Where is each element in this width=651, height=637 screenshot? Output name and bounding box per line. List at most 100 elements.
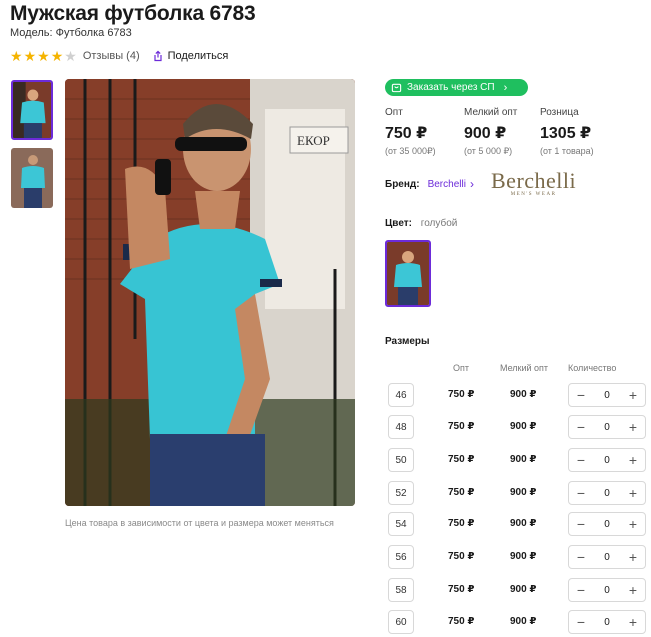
size-row: 50 750 ₽ 900 ₽ − 0 + (388, 448, 648, 474)
share-button[interactable]: Поделиться (152, 50, 229, 62)
brand-label: Бренд: (385, 178, 420, 190)
size-price-opt: 750 ₽ (448, 616, 475, 627)
col-header-small-opt: Мелкий опт (500, 363, 549, 373)
price-min: (от 35 000₽) (385, 146, 436, 156)
price-opt: Опт 750 ₽ (от 35 000₽) (385, 107, 436, 157)
star-icon: ★ (37, 48, 50, 64)
svg-text:ЕКОР: ЕКОР (297, 133, 330, 148)
thumbnail-1[interactable] (11, 80, 53, 140)
plus-button[interactable]: + (626, 453, 640, 467)
order-sp-label: Заказать через СП (407, 82, 495, 93)
quantity-value[interactable]: 0 (604, 455, 610, 466)
color-row: Цвет: голубой (385, 218, 457, 229)
price-value: 750 ₽ (385, 125, 428, 142)
size-price-small-opt: 900 ₽ (510, 584, 537, 595)
reviews-link[interactable]: Отзывы (4) (83, 50, 140, 62)
quantity-value[interactable]: 0 (604, 390, 610, 401)
brand-row: Бренд: Berchelli › (385, 177, 474, 191)
price-value: 900 ₽ (464, 125, 507, 142)
col-header-qty: Количество (568, 363, 617, 373)
size-row: 46 750 ₽ 900 ₽ − 0 + (388, 383, 648, 409)
size-label: 58 (388, 578, 414, 602)
size-row: 48 750 ₽ 900 ₽ − 0 + (388, 415, 648, 441)
plus-button[interactable]: + (626, 517, 640, 531)
color-value: голубой (420, 218, 458, 229)
size-price-opt: 750 ₽ (448, 584, 475, 595)
size-price-opt: 750 ₽ (448, 551, 475, 562)
size-label: 46 (388, 383, 414, 407)
price-note: Цена товара в зависимости от цвета и раз… (65, 518, 334, 528)
size-row: 60 750 ₽ 900 ₽ − 0 + (388, 610, 648, 636)
star-icon: ★ (23, 48, 37, 64)
size-price-opt: 750 ₽ (448, 454, 475, 465)
minus-button[interactable]: − (574, 517, 588, 531)
price-label: Опт (385, 107, 403, 118)
minus-button[interactable]: − (574, 453, 588, 467)
quantity-stepper: − 0 + (568, 383, 646, 407)
price-min: (от 5 000 ₽) (464, 146, 513, 156)
quantity-stepper: − 0 + (568, 415, 646, 439)
plus-button[interactable]: + (626, 486, 640, 500)
thumbnail-photo (11, 148, 53, 208)
rating-stars: ★ ★ ★ ★ ★ (10, 49, 77, 63)
size-row: 54 750 ₽ 900 ₽ − 0 + (388, 512, 648, 538)
quantity-stepper: − 0 + (568, 448, 646, 472)
col-header-opt: Опт (453, 363, 469, 373)
minus-button[interactable]: − (574, 420, 588, 434)
size-price-small-opt: 900 ₽ (510, 421, 537, 432)
price-min: (от 1 товара) (540, 146, 594, 156)
color-label: Цвет: (385, 218, 412, 229)
size-price-small-opt: 900 ₽ (510, 551, 537, 562)
share-icon (154, 50, 162, 62)
minus-button[interactable]: − (574, 615, 588, 629)
plus-button[interactable]: + (626, 615, 640, 629)
minus-button[interactable]: − (574, 486, 588, 500)
size-price-small-opt: 900 ₽ (510, 518, 537, 529)
star-icon: ★ (10, 48, 23, 64)
quantity-value[interactable]: 0 (604, 585, 610, 596)
color-swatch-blue[interactable] (385, 240, 431, 307)
quantity-value[interactable]: 0 (604, 519, 610, 530)
brand-logo-text: Berchelli (491, 168, 577, 193)
size-row: 58 750 ₽ 900 ₽ − 0 + (388, 578, 648, 604)
size-price-opt: 750 ₽ (448, 389, 475, 400)
product-photo-image: ЕКОР (65, 79, 355, 506)
size-price-small-opt: 900 ₽ (510, 616, 537, 627)
size-row: 52 750 ₽ 900 ₽ − 0 + (388, 481, 648, 507)
minus-button[interactable]: − (574, 550, 588, 564)
brand-link[interactable]: Berchelli (428, 179, 466, 190)
color-swatch-photo (387, 242, 429, 305)
minus-button[interactable]: − (574, 583, 588, 597)
plus-button[interactable]: + (626, 420, 640, 434)
share-label: Поделиться (167, 50, 229, 62)
order-sp-button[interactable]: Заказать через СП › (385, 79, 528, 96)
plus-button[interactable]: + (626, 388, 640, 402)
quantity-value[interactable]: 0 (604, 552, 610, 563)
plus-button[interactable]: + (626, 583, 640, 597)
size-price-small-opt: 900 ₽ (510, 487, 537, 498)
quantity-value[interactable]: 0 (604, 617, 610, 628)
size-row: 56 750 ₽ 900 ₽ − 0 + (388, 545, 648, 571)
plus-button[interactable]: + (626, 550, 640, 564)
thumbnail-2[interactable] (11, 148, 53, 208)
chevron-right-icon: › (469, 177, 474, 191)
size-label: 56 (388, 545, 414, 569)
quantity-stepper: − 0 + (568, 545, 646, 569)
price-label: Мелкий опт (464, 107, 518, 118)
chevron-right-icon: › (503, 81, 508, 94)
size-label: 60 (388, 610, 414, 634)
size-label: 50 (388, 448, 414, 472)
sizes-title: Размеры (385, 336, 430, 347)
brand-logo[interactable]: Berchelli MEN'S WEAR (491, 168, 577, 198)
price-retail: Розница 1305 ₽ (от 1 товара) (540, 107, 594, 156)
quantity-value[interactable]: 0 (604, 488, 610, 499)
quantity-stepper: − 0 + (568, 481, 646, 505)
size-price-opt: 750 ₽ (448, 518, 475, 529)
size-label: 52 (388, 481, 414, 505)
minus-button[interactable]: − (574, 388, 588, 402)
main-product-photo[interactable]: ЕКОР (65, 79, 355, 506)
price-label: Розница (540, 107, 579, 118)
product-title: Мужская футболка 6783 (10, 2, 256, 25)
quantity-value[interactable]: 0 (604, 422, 610, 433)
size-price-small-opt: 900 ₽ (510, 454, 537, 465)
